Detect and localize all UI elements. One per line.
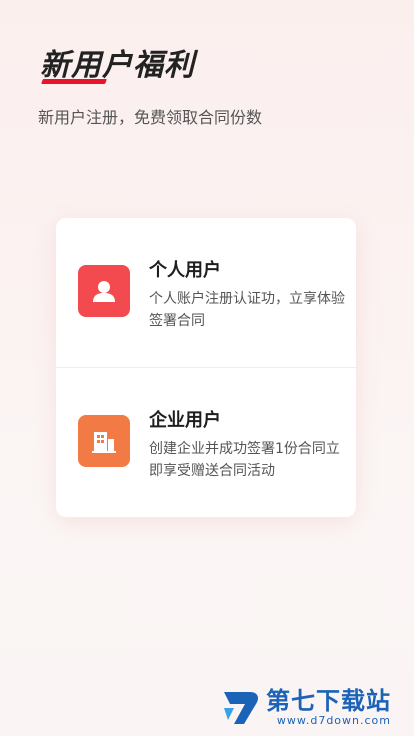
page-title: 新用户福利 <box>40 48 195 83</box>
page-header: 新用户福利 <box>40 48 195 84</box>
site-watermark: 第七下载站 www.d7down.com <box>220 686 391 728</box>
personal-user-description: 个人账户注册认证功，立享体验签署合同 <box>149 291 345 329</box>
watermark-url: www.d7down.com <box>276 713 391 727</box>
personal-user-title: 个人用户 <box>149 260 221 281</box>
building-icon <box>78 415 130 467</box>
personal-user-option[interactable]: 个人用户 个人账户注册认证功，立享体验签署合同 <box>56 218 356 367</box>
person-icon <box>78 265 130 317</box>
watermark-name: 第七下载站 <box>266 686 391 715</box>
user-type-cards: 个人用户 个人账户注册认证功，立享体验签署合同 企业用户 创建企业并成功签署1份… <box>56 218 356 517</box>
enterprise-user-description: 创建企业并成功签署1份合同立即享受赠送合同活动 <box>149 441 340 479</box>
watermark-logo-icon <box>224 692 258 724</box>
enterprise-user-option[interactable]: 企业用户 创建企业并成功签署1份合同立即享受赠送合同活动 <box>56 368 356 517</box>
enterprise-user-title: 企业用户 <box>149 410 221 431</box>
page-subtitle: 新用户注册，免费领取合同份数 <box>38 108 263 127</box>
